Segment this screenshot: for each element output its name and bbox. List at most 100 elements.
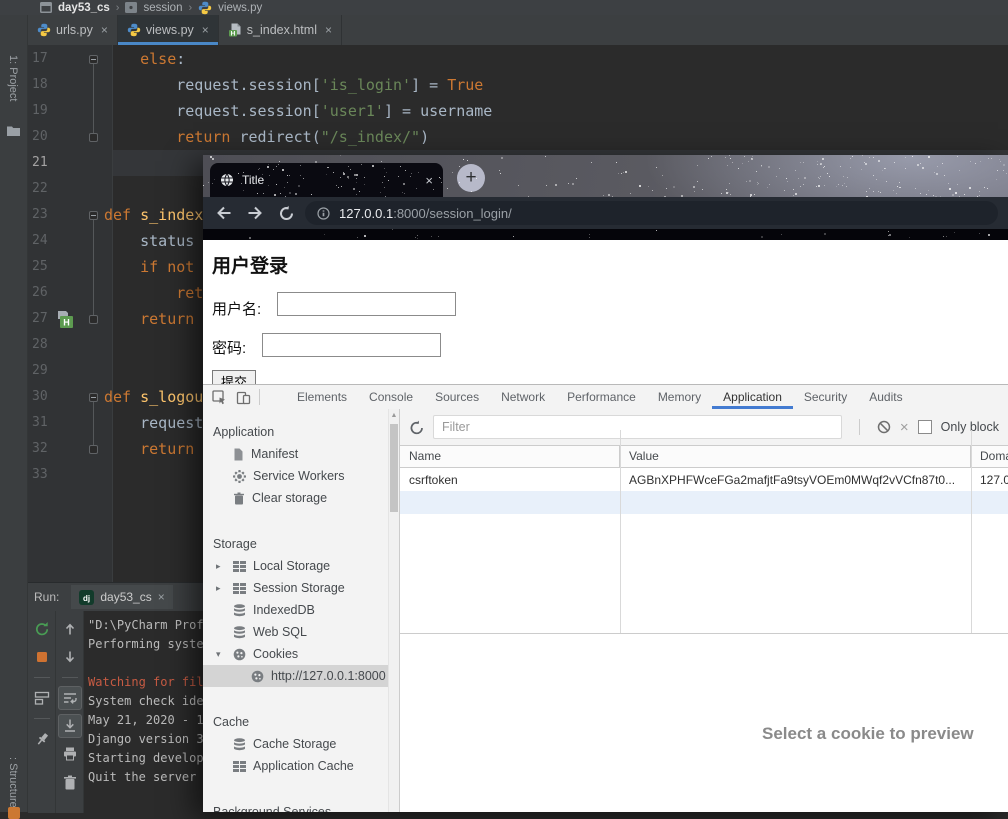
run-tab-day53_cs[interactable]: dj day53_cs ×	[71, 585, 173, 609]
forward-icon[interactable]	[246, 204, 264, 222]
disclosure-right-icon[interactable]: ▸	[216, 583, 226, 594]
sidebar-item-manifest[interactable]: Manifest	[203, 443, 388, 465]
sidebar-item-indexeddb[interactable]: IndexedDB	[203, 599, 388, 621]
table-row[interactable]: csrftoken AGBnXPHFWceFGa2mafjtFa9tsyVOEm0…	[400, 468, 1008, 491]
sidebar-item-session-storage[interactable]: ▸ Session Storage	[203, 577, 388, 599]
breadcrumb-item[interactable]: day53_cs	[58, 2, 110, 14]
item-label: http://127.0.0.1:8000	[271, 669, 386, 683]
browser-tab[interactable]: Title ×	[210, 163, 443, 197]
cookie-icon	[233, 648, 246, 661]
reload-icon[interactable]	[278, 205, 295, 222]
sidebar-item-web-sql[interactable]: Web SQL	[203, 621, 388, 643]
sidebar-item-application-cache[interactable]: Application Cache	[203, 755, 388, 777]
devtools-tab-audits[interactable]: Audits	[858, 385, 913, 409]
globe-icon	[220, 173, 234, 187]
scrollbar-thumb[interactable]	[390, 424, 398, 512]
fold-marker[interactable]	[88, 54, 98, 64]
devtools-tab-performance[interactable]: Performance	[556, 385, 647, 409]
fold-marker[interactable]	[88, 314, 98, 324]
refresh-icon[interactable]	[409, 420, 424, 435]
devtools-tab-elements[interactable]: Elements	[286, 385, 358, 409]
sidebar-item-local-storage[interactable]: ▸ Local Storage	[203, 555, 388, 577]
breadcrumb-item[interactable]: views.py	[218, 2, 262, 14]
sidebar-item-clear-storage[interactable]: Clear storage	[203, 487, 388, 509]
fold-slot	[82, 54, 104, 64]
devtools-tab-application[interactable]: Application	[712, 385, 793, 409]
devtools-tab-security[interactable]: Security	[793, 385, 858, 409]
tool-button-structure[interactable]: : Structure	[7, 757, 19, 808]
column-divider[interactable]	[971, 430, 972, 633]
empty-row[interactable]	[400, 491, 1008, 514]
tool-stripe-icon[interactable]	[8, 807, 20, 819]
back-icon[interactable]	[215, 204, 233, 222]
clear-icon[interactable]: ×	[900, 419, 909, 436]
code-text: return	[140, 440, 195, 458]
scrollend-button[interactable]	[57, 714, 82, 738]
wrap-button[interactable]	[57, 686, 82, 710]
password-label: 密码:	[212, 340, 247, 357]
filter-input[interactable]	[433, 415, 842, 439]
editor-tab-s_index-html[interactable]: Hs_index.html ×	[219, 15, 342, 45]
sidebar-scrollbar[interactable]: ▲	[388, 409, 399, 812]
password-input[interactable]	[262, 333, 441, 357]
item-label: Web SQL	[253, 625, 307, 639]
down-button[interactable]	[58, 645, 82, 669]
template-gutter-icon[interactable]: H	[56, 309, 78, 329]
sidebar-item-cache-storage[interactable]: Cache Storage	[203, 733, 388, 755]
only-blocked-label[interactable]: Only block	[941, 420, 999, 434]
up-button[interactable]	[58, 617, 82, 641]
tool-button-project[interactable]: 1: Project	[7, 55, 19, 101]
fold-marker[interactable]	[88, 132, 98, 142]
close-icon[interactable]: ×	[325, 23, 332, 37]
close-icon[interactable]: ×	[101, 23, 108, 37]
sidebar-item-cookies[interactable]: ▾ Cookies	[203, 643, 388, 665]
disclosure-down-icon[interactable]: ▾	[216, 649, 226, 660]
editor-tab-urls-py[interactable]: urls.py ×	[28, 15, 118, 45]
column-divider[interactable]	[620, 430, 621, 633]
print-button[interactable]	[58, 742, 82, 766]
close-tab-icon[interactable]: ×	[425, 173, 433, 188]
layout-button[interactable]	[30, 686, 54, 710]
disclosure-right-icon[interactable]: ▸	[216, 561, 226, 572]
username-input[interactable]	[277, 292, 456, 316]
browser-theme-strip	[203, 229, 1008, 240]
column-header-name[interactable]: Name	[400, 446, 620, 467]
run-toolbar-right	[56, 611, 84, 813]
fold-marker[interactable]	[88, 444, 98, 454]
info-icon[interactable]	[317, 206, 330, 220]
sidebar-item-service-workers[interactable]: Service Workers	[203, 465, 388, 487]
devtools-tab-sources[interactable]: Sources	[424, 385, 490, 409]
devtools-tab-network[interactable]: Network	[490, 385, 556, 409]
scroll-up-arrow[interactable]: ▲	[389, 412, 399, 419]
close-icon[interactable]: ×	[202, 23, 209, 37]
fold-marker[interactable]	[88, 392, 98, 402]
grid-icon	[233, 560, 246, 572]
pin-button[interactable]	[30, 727, 54, 751]
trash-icon	[233, 492, 245, 505]
fold-marker[interactable]	[88, 210, 98, 220]
stop-button[interactable]	[30, 645, 54, 669]
new-tab-button[interactable]: +	[457, 164, 485, 192]
inspect-icon[interactable]	[212, 389, 227, 405]
breadcrumb-item[interactable]: session	[143, 2, 182, 14]
column-header-domain[interactable]: Domain	[971, 446, 1008, 467]
code-text: def s_index	[104, 206, 204, 224]
device-toolbar-icon[interactable]	[236, 390, 251, 405]
code-text: return	[140, 310, 195, 328]
block-icon[interactable]	[877, 420, 891, 434]
trash-button[interactable]	[58, 770, 82, 794]
column-header-value[interactable]: Value	[620, 446, 971, 467]
rerun-button[interactable]	[30, 617, 54, 641]
submit-button[interactable]: 提交	[212, 370, 256, 384]
address-bar[interactable]: 127.0.0.1:8000/session_login/	[305, 201, 998, 225]
only-blocked-checkbox[interactable]	[917, 420, 932, 434]
close-icon[interactable]: ×	[158, 590, 165, 604]
devtools-tab-console[interactable]: Console	[358, 385, 424, 409]
grid-icon	[233, 582, 246, 594]
code-line-18: 18 request.session['is_login'] = True	[28, 72, 1008, 98]
section-title: Application	[213, 425, 275, 439]
cookie-icon	[251, 670, 264, 683]
devtools-tab-memory[interactable]: Memory	[647, 385, 712, 409]
editor-tab-views-py[interactable]: views.py ×	[117, 15, 219, 45]
sidebar-item-http-127-0-0-1-8000[interactable]: http://127.0.0.1:8000	[203, 665, 388, 687]
